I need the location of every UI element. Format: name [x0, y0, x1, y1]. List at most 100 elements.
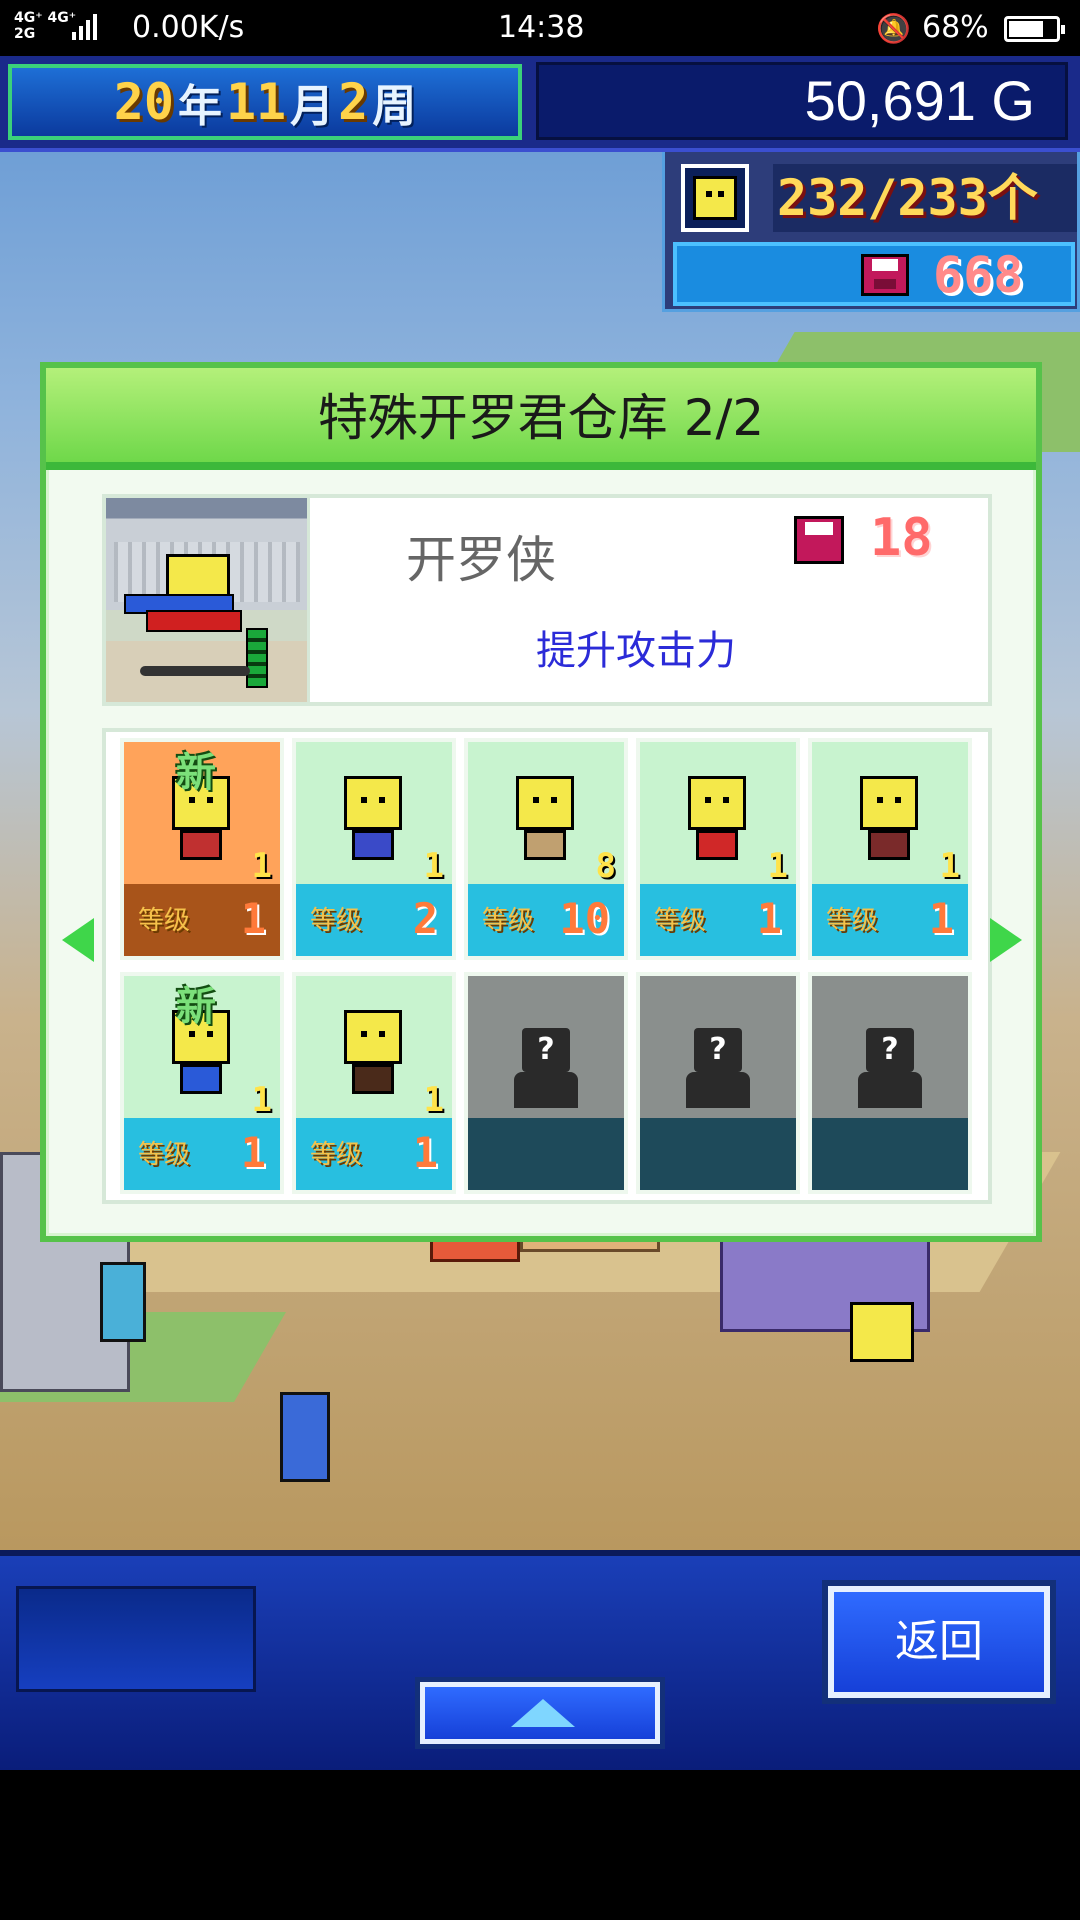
- back-button[interactable]: 返回: [828, 1586, 1050, 1698]
- bell-muted-icon: 🔕: [876, 12, 911, 45]
- level-value: 1: [756, 894, 782, 943]
- unknown-character-icon: ?: [514, 1028, 578, 1108]
- kairo-character-icon: [682, 776, 752, 860]
- level-value: 1: [240, 894, 266, 943]
- item-count: 1: [251, 846, 272, 886]
- game-top-bar: 20 年 11 月 2周 50,691 G: [0, 56, 1080, 152]
- battery-percent: 68%: [922, 10, 989, 45]
- population-count: 232/233个: [773, 164, 1077, 232]
- item-slot[interactable]: 新 1 等级 1: [120, 972, 284, 1194]
- character: [280, 1392, 330, 1482]
- locked-item-slot: ?: [808, 972, 972, 1194]
- level-bar: [640, 1118, 796, 1190]
- game-date: 20 年 11 月 2周: [8, 64, 522, 140]
- new-badge: 新: [176, 984, 216, 1030]
- floppy-disk-icon: [794, 516, 844, 564]
- status-bar: 4G⁺ 4G⁺ 2G 0.00K/s 14:38 🔕 68%: [0, 0, 1080, 56]
- selected-item-info: 开罗侠 18 提升攻击力: [102, 494, 992, 706]
- clock: 14:38: [498, 10, 585, 45]
- level-value: 1: [412, 1128, 438, 1177]
- floppy-disk-icon: [861, 254, 909, 296]
- item-grid: 新 1 等级 1 1 等级 2 8 等级 10 1 等级 1 1 等级 1 新 1 等级 1 1 等级 1???: [102, 728, 992, 1204]
- unknown-mark: ?: [881, 1032, 899, 1067]
- level-bar: [468, 1118, 624, 1190]
- level-value: 10: [559, 894, 610, 943]
- item-count: 1: [423, 1080, 444, 1120]
- empty-slot-panel: [16, 1586, 256, 1692]
- kairo-face: [850, 1302, 914, 1362]
- research-points-bar: 668: [673, 242, 1075, 306]
- level-bar: 等级 1: [124, 884, 280, 956]
- expand-menu-button[interactable]: [420, 1682, 660, 1744]
- item-slot[interactable]: 8 等级 10: [464, 738, 628, 960]
- unknown-character-icon: ?: [686, 1028, 750, 1108]
- population-unit: 个: [987, 169, 1038, 227]
- level-label: 等级: [482, 906, 535, 936]
- item-count: 1: [251, 1080, 272, 1120]
- new-badge: 新: [176, 750, 216, 796]
- kairo-character-icon: [338, 1010, 408, 1094]
- previous-page-arrow-icon[interactable]: [62, 918, 94, 962]
- bottom-bar: 返回: [0, 1550, 1080, 1770]
- item-count: 1: [767, 846, 788, 886]
- item-name: 开罗侠: [406, 531, 556, 589]
- locked-item-slot: ?: [636, 972, 800, 1194]
- signal-icon: [72, 14, 97, 40]
- date-month-unit: 月: [290, 81, 335, 132]
- level-label: 等级: [826, 906, 879, 936]
- up-arrow-icon: [511, 1699, 575, 1727]
- date-week-unit: 周: [372, 81, 417, 132]
- item-cost: 18: [870, 508, 933, 568]
- warehouse-dialog: 特殊开罗君仓库 2/2 开罗侠 18 提升攻击力 新 1 等级 1 1 等级 2 8 等级 10 1…: [40, 362, 1042, 1242]
- kairo-face-icon: [681, 164, 749, 232]
- level-label: 等级: [310, 1140, 363, 1170]
- level-bar: 等级 10: [468, 884, 624, 956]
- date-year-unit: 年: [177, 81, 222, 132]
- unknown-character-icon: ?: [858, 1028, 922, 1108]
- item-slot[interactable]: 1 等级 1: [808, 738, 972, 960]
- kairo-character-icon: [510, 776, 580, 860]
- kairo-character-icon: [854, 776, 924, 860]
- resource-panel: 232/233个 668: [662, 152, 1080, 312]
- unknown-mark: ?: [709, 1032, 727, 1067]
- network-type: 4G⁺ 4G⁺ 2G: [14, 10, 77, 42]
- level-bar: [812, 1118, 968, 1190]
- item-count: 1: [939, 846, 960, 886]
- level-label: 等级: [138, 906, 191, 936]
- level-bar: 等级 1: [124, 1118, 280, 1190]
- locked-item-slot: ?: [464, 972, 628, 1194]
- next-page-arrow-icon[interactable]: [990, 918, 1022, 962]
- money-display: 50,691 G: [536, 62, 1068, 140]
- level-label: 等级: [138, 1140, 191, 1170]
- level-value: 2: [412, 894, 438, 943]
- item-slot[interactable]: 1 等级 1: [636, 738, 800, 960]
- level-value: 1: [928, 894, 954, 943]
- kairo-character-icon: [338, 776, 408, 860]
- shadow: [140, 666, 250, 676]
- date-week: 2: [338, 73, 369, 131]
- level-label: 等级: [310, 906, 363, 936]
- energy-gauge: [246, 628, 268, 688]
- character: [100, 1262, 146, 1342]
- level-bar: 等级 2: [296, 884, 452, 956]
- date-month: 11: [225, 73, 287, 131]
- battery-icon: [1004, 16, 1065, 42]
- selected-item-preview: [106, 498, 310, 702]
- unknown-mark: ?: [537, 1032, 555, 1067]
- research-points: 668: [933, 246, 1024, 304]
- item-count: 1: [423, 846, 444, 886]
- item-slot[interactable]: 新 1 等级 1: [120, 738, 284, 960]
- item-description: 提升攻击力: [536, 628, 736, 674]
- population-value: 232/233: [777, 169, 988, 227]
- level-bar: 等级 1: [296, 1118, 452, 1190]
- network-speed: 0.00K/s: [132, 10, 245, 45]
- item-slot[interactable]: 1 等级 2: [292, 738, 456, 960]
- item-slot[interactable]: 1 等级 1: [292, 972, 456, 1194]
- level-bar: 等级 1: [812, 884, 968, 956]
- hero-body: [146, 610, 242, 632]
- level-label: 等级: [654, 906, 707, 936]
- dialog-title: 特殊开罗君仓库 2/2: [46, 368, 1036, 470]
- level-bar: 等级 1: [640, 884, 796, 956]
- date-year: 20: [113, 73, 174, 131]
- item-count: 8: [595, 846, 616, 886]
